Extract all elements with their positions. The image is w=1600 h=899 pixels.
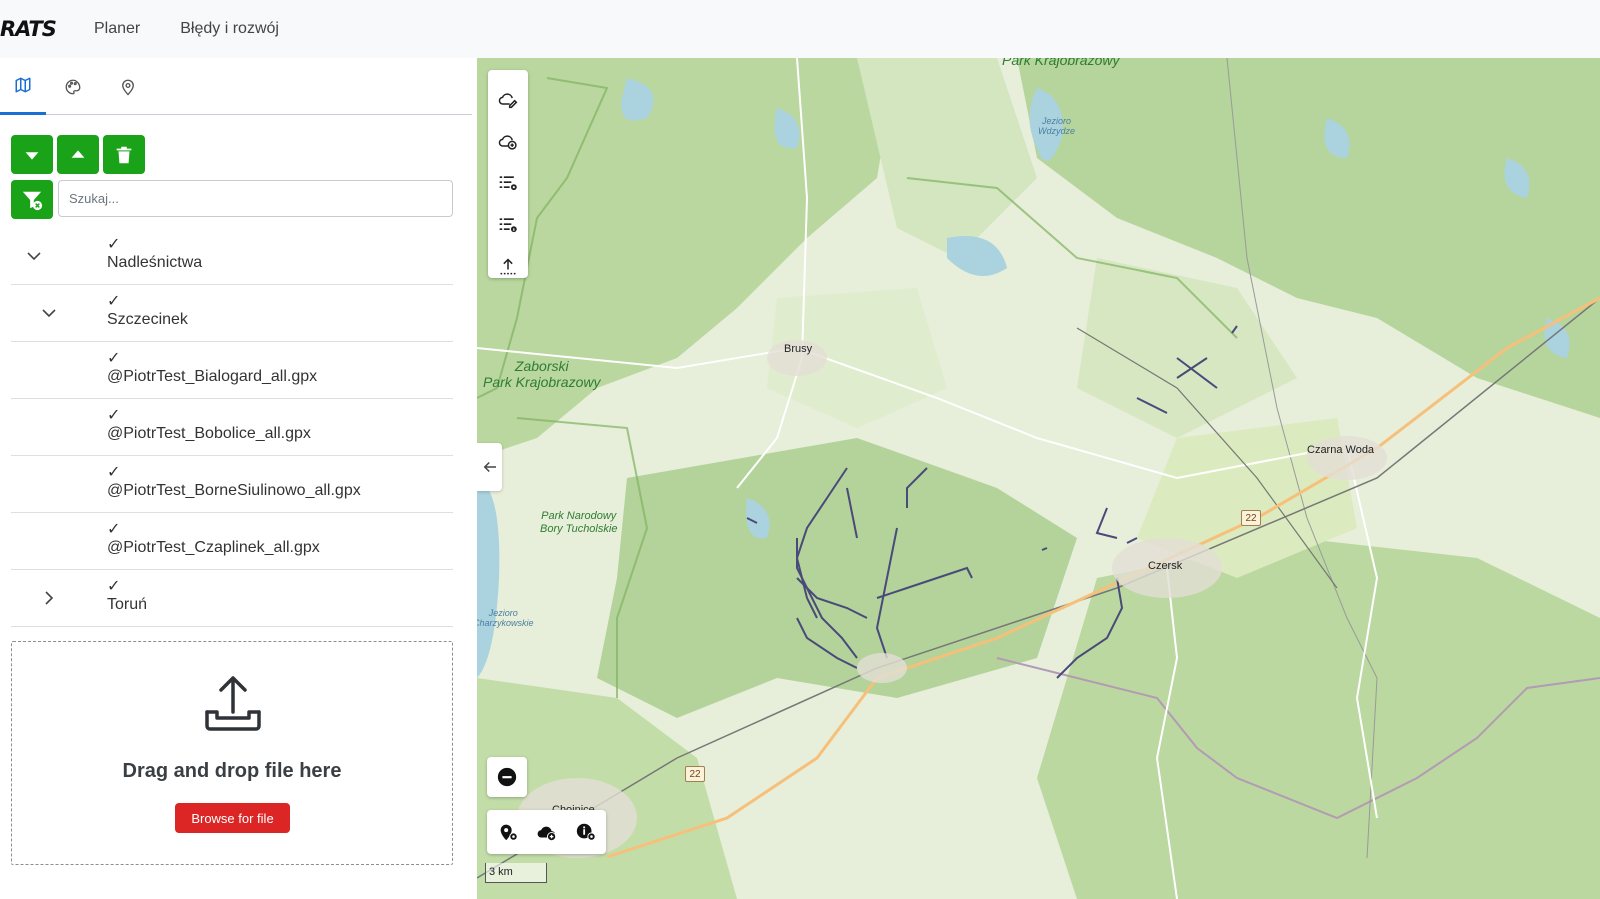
tree-label: @PiotrTest_Bialogard_all.gpx [107,368,318,385]
map-toolbar [488,70,528,278]
tree-label: Szczecinek [107,311,188,328]
chevron-down-icon[interactable] [24,246,44,266]
nav-link-bledy[interactable]: Błędy i rozwój [180,20,279,38]
tree-label: @PiotrTest_Bobolice_all.gpx [107,425,311,442]
place-label: Brusy [784,343,813,355]
poi-toolbar [487,810,606,854]
park-label: Park Krajobrazowy [1002,58,1120,68]
tree-row-szczecinek[interactable]: ✓ Szczecinek [11,285,453,342]
collapse-sidebar-button[interactable] [477,443,502,491]
filter-clear-button[interactable] [11,180,53,219]
map-scale: 3 km [485,863,547,883]
upload-map-button[interactable] [488,246,528,288]
chevron-down-icon [25,151,39,160]
cloud-edit-icon [498,93,518,109]
tab-locations[interactable] [105,58,151,115]
checkmark[interactable]: ✓ [107,519,120,539]
checkmark[interactable]: ✓ [107,576,120,596]
checkmark[interactable]: ✓ [107,405,120,425]
trash-icon [116,146,132,163]
pin-settings-button[interactable] [488,810,527,854]
tree-label: Nadleśnictwa [107,254,203,271]
brand-logo[interactable]: RATS [0,17,66,41]
tree-label: @PiotrTest_Czaplinek_all.gpx [107,539,320,556]
map-icon [15,77,31,93]
filter-clear-icon [22,191,43,210]
palette-icon [65,79,81,94]
file-dropzone[interactable]: Drag and drop file here Browse for file [11,641,453,865]
draw-route-button[interactable] [488,78,528,120]
zoom-out-button[interactable] [487,757,527,797]
park-label: Park Narodowy Bory Tucholskie [540,510,618,535]
tree-row-gpx[interactable]: ✓ @PiotrTest_Bialogard_all.gpx [11,342,453,399]
minus-circle-icon [497,767,517,787]
expand-all-button[interactable] [11,135,53,174]
chevron-up-icon [71,149,85,158]
list-info-button[interactable] [488,204,528,246]
tree-label: Toruń [107,596,148,613]
top-navbar: RATS Planer Błędy i rozwój [0,0,1600,58]
chevron-right-icon[interactable] [39,588,59,608]
browse-file-button[interactable]: Browse for file [175,803,290,833]
upload-icon [500,258,516,275]
road-shield: 22 [1241,510,1261,526]
info-settings-button[interactable] [566,810,605,854]
lake-label: Jezioro Wdzydze [1038,116,1076,137]
info-settings-icon [576,823,596,841]
list-settings-button[interactable] [488,162,528,204]
map-view[interactable]: Park Krajobrazowy Zaborski Park Krajobra… [477,58,1600,899]
tab-layers[interactable] [0,58,46,115]
checkmark[interactable]: ✓ [107,348,120,368]
arrow-left-icon [483,461,496,473]
layer-tree: ✓ Nadleśnictwa ✓ Szczecinek ✓ @PiotrTest… [11,228,453,627]
collapse-all-button[interactable] [57,135,99,174]
pin-settings-icon [500,824,518,841]
add-cloud-button[interactable] [488,120,528,162]
map-tiles [477,58,1600,899]
lake-label: Jezioro Charzykowskie [477,608,534,629]
tree-row-torun[interactable]: ✓ Toruń [11,570,453,627]
chevron-down-icon[interactable] [39,303,59,323]
list-settings-icon [499,176,517,191]
tree-row-gpx[interactable]: ✓ @PiotrTest_BorneSiulinowo_all.gpx [11,456,453,513]
place-label: Czarna Woda [1307,444,1375,456]
tree-label: @PiotrTest_BorneSiulinowo_all.gpx [107,482,361,499]
park-label: Zaborski Park Krajobrazowy [483,358,601,391]
sidebar-tabs [0,58,472,115]
sidebar: ✓ Nadleśnictwa ✓ Szczecinek ✓ @PiotrTest… [0,58,478,899]
cloud-plus-icon [537,826,556,842]
nav-link-planer[interactable]: Planer [94,20,140,38]
dropzone-text: Drag and drop file here [122,760,342,782]
road-shield: 22 [685,766,705,782]
add-area-button[interactable] [527,810,566,854]
checkmark[interactable]: ✓ [107,291,120,311]
tree-row-gpx[interactable]: ✓ @PiotrTest_Czaplinek_all.gpx [11,513,453,570]
tab-style[interactable] [50,58,96,115]
checkmark[interactable]: ✓ [107,234,120,254]
cloud-add-icon [498,135,517,150]
list-info-icon [499,218,517,233]
location-pin-icon [122,79,134,95]
tree-row-gpx[interactable]: ✓ @PiotrTest_Bobolice_all.gpx [11,399,453,456]
checkmark[interactable]: ✓ [107,462,120,482]
tree-row-nadlesnictwa[interactable]: ✓ Nadleśnictwa [11,228,453,285]
upload-icon [205,676,261,731]
place-label: Czersk [1148,560,1183,572]
delete-button[interactable] [103,135,145,174]
search-input[interactable] [58,180,453,217]
